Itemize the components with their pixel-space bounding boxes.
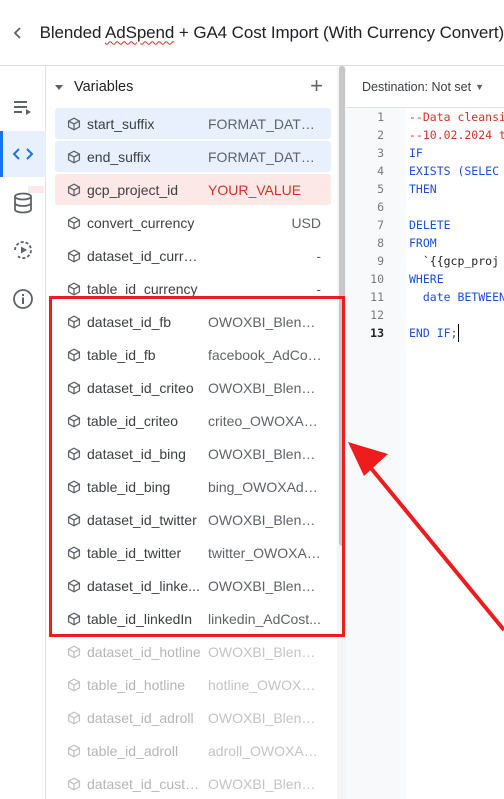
annotation-arrow xyxy=(348,442,504,632)
